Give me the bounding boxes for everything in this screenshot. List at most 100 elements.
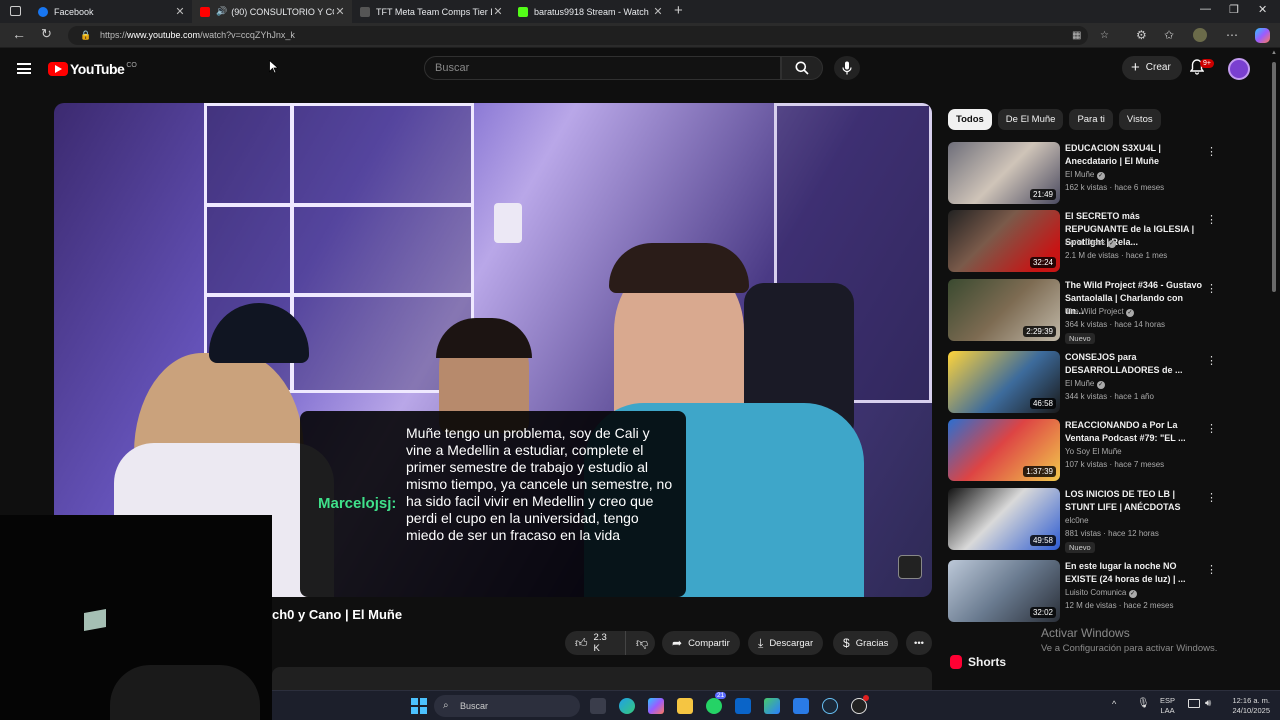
steam-icon[interactable] xyxy=(822,698,838,714)
recommendation-title[interactable]: LOS INICIOS DE TEO LB | STUNT LIFE | ANÉ… xyxy=(1065,488,1203,514)
recommendation-item[interactable]: 2:29:39 The Wild Project #346 - Gustavo S… xyxy=(948,279,1218,344)
recommendation-item[interactable]: 32:24 El SECRETO más REPUGNANTE de la IGL… xyxy=(948,210,1218,272)
profile-icon[interactable] xyxy=(1193,28,1207,42)
tab-kick[interactable]: baratus9918 Stream - Watch Live ✕ xyxy=(510,0,670,23)
recommendation-channel[interactable]: The Wild Project ✓ xyxy=(1065,307,1134,317)
download-button[interactable]: ⤓ Descargar xyxy=(748,631,824,655)
speaker-icon[interactable]: 🔊 xyxy=(216,6,227,17)
menu-dots-icon[interactable]: ⋯ xyxy=(1226,28,1238,42)
video-thumbnail[interactable]: 21:49 xyxy=(948,142,1060,204)
close-window-button[interactable]: ✕ xyxy=(1258,3,1267,16)
create-button[interactable]: + Crear xyxy=(1122,56,1182,80)
windows-start-icon[interactable] xyxy=(411,698,427,714)
taskbar-search-label: Buscar xyxy=(460,701,489,711)
dislike-button[interactable]: 👎︎ xyxy=(625,631,655,655)
more-options-icon[interactable]: ⋮ xyxy=(1206,354,1217,367)
tab-youtube[interactable]: 🔊 (90) CONSULTORIO Y CONSE ✕ xyxy=(192,0,352,23)
recommendation-item[interactable]: 49:58 LOS INICIOS DE TEO LB | STUNT LIFE … xyxy=(948,488,1218,553)
recommendation-item[interactable]: 21:49 EDUCACION S3XU4L | Anecdatario | El… xyxy=(948,142,1218,204)
video-thumbnail[interactable]: 49:58 xyxy=(948,488,1060,550)
recommendation-item[interactable]: 32:02 En este lugar la noche NO EXISTE (2… xyxy=(948,560,1218,622)
recommendation-item[interactable]: 46:58 CONSEJOS para DESARROLLADORES de ..… xyxy=(948,351,1218,413)
youtube-logo[interactable]: YouTube CO xyxy=(48,61,137,77)
favorites-icon[interactable]: ✩ xyxy=(1164,28,1174,42)
copilot-taskbar-icon[interactable] xyxy=(648,698,664,714)
taskbar-search[interactable]: ⌕ Buscar xyxy=(434,695,580,717)
more-options-icon[interactable]: ⋮ xyxy=(1206,282,1217,295)
task-view-icon[interactable] xyxy=(590,698,606,714)
copilot-icon[interactable] xyxy=(1255,28,1270,43)
store-icon[interactable] xyxy=(793,698,809,714)
recommendation-title[interactable]: REACCIONANDO a Por La Ventana Podcast #7… xyxy=(1065,419,1203,445)
close-tab-icon[interactable]: ✕ xyxy=(492,5,504,18)
url-field[interactable]: 🔒 https://www.youtube.com/watch?v=ccqZYh… xyxy=(68,26,1109,45)
duration-badge: 46:58 xyxy=(1029,398,1056,409)
more-actions-button[interactable]: ••• xyxy=(906,631,932,655)
search-input[interactable]: Buscar xyxy=(424,56,781,80)
video-thumbnail[interactable]: 1:37:39 xyxy=(948,419,1060,481)
recommendation-title[interactable]: EDUCACION S3XU4L | Anecdatario | El Muñe xyxy=(1065,142,1203,168)
video-thumbnail[interactable]: 32:24 xyxy=(948,210,1060,272)
recommendation-title[interactable]: En este lugar la noche NO EXISTE (24 hor… xyxy=(1065,560,1203,586)
language-indicator[interactable]: ESP LAA xyxy=(1160,696,1175,716)
edge-icon[interactable] xyxy=(619,698,635,714)
chip-watched[interactable]: Vistos xyxy=(1118,109,1161,130)
favorite-star-icon[interactable]: ☆ xyxy=(1100,26,1109,45)
chip-for-you[interactable]: Para ti xyxy=(1069,109,1113,130)
like-count: 2.3 K xyxy=(593,632,607,654)
recommendation-title[interactable]: CONSEJOS para DESARROLLADORES de ... xyxy=(1065,351,1203,377)
network-icon[interactable] xyxy=(1188,699,1200,708)
close-tab-icon[interactable]: ✕ xyxy=(652,5,664,18)
outlook-icon[interactable] xyxy=(735,698,751,714)
video-thumbnail[interactable]: 32:02 xyxy=(948,560,1060,622)
recommendation-channel[interactable]: Yo Soy El Muñe xyxy=(1065,447,1122,456)
extensions-icon[interactable]: ⚙ xyxy=(1136,28,1147,42)
voice-search-button[interactable] xyxy=(834,56,860,80)
tray-mic-icon[interactable]: 🎙︎ xyxy=(1137,698,1150,709)
more-options-icon[interactable]: ⋮ xyxy=(1206,563,1217,576)
like-button[interactable]: 👍︎ 2.3 K xyxy=(565,631,625,655)
tab-tft[interactable]: TFT Meta Team Comps Tier List - ✕ xyxy=(352,0,510,23)
account-avatar[interactable] xyxy=(1228,58,1250,80)
recommendation-channel[interactable]: Farid Dieck ✓ xyxy=(1065,238,1116,248)
reload-icon[interactable]: ↻ xyxy=(41,26,52,42)
close-tab-icon[interactable]: ✕ xyxy=(174,5,186,18)
tab-actions-icon[interactable] xyxy=(10,6,21,16)
volume-icon[interactable]: 🔊︎ xyxy=(1205,698,1211,709)
recommendation-item[interactable]: 1:37:39 REACCIONANDO a Por La Ventana Pod… xyxy=(948,419,1218,481)
whatsapp-icon[interactable] xyxy=(706,698,722,714)
new-badge: Nuevo xyxy=(1065,333,1095,344)
recommendation-channel[interactable]: El Muñe ✓ xyxy=(1065,170,1105,180)
search-button[interactable] xyxy=(781,56,823,80)
tray-chevron-icon[interactable]: ^ xyxy=(1112,699,1116,709)
video-thumbnail[interactable]: 46:58 xyxy=(948,351,1060,413)
chip-channel[interactable]: De El Muñe xyxy=(997,109,1064,130)
bluestacks-icon[interactable] xyxy=(764,698,780,714)
recommendation-channel[interactable]: Luisito Comunica ✓ xyxy=(1065,588,1137,598)
file-explorer-icon[interactable] xyxy=(677,698,693,714)
chip-all[interactable]: Todos xyxy=(948,109,992,130)
hamburger-menu-icon[interactable] xyxy=(17,63,31,74)
video-thumbnail[interactable]: 2:29:39 xyxy=(948,279,1060,341)
new-tab-button[interactable]: + xyxy=(674,2,683,19)
thumbs-up-icon: 👍︎ xyxy=(575,635,588,650)
system-clock[interactable]: 12:16 a. m. 24/10/2025 xyxy=(1224,696,1270,716)
maximize-button[interactable]: ❐ xyxy=(1229,3,1239,16)
share-button[interactable]: ➦ Compartir xyxy=(662,631,740,655)
more-options-icon[interactable]: ⋮ xyxy=(1206,491,1217,504)
page-scrollbar[interactable]: ▲ xyxy=(1270,50,1278,690)
tab-facebook[interactable]: Facebook ✕ xyxy=(30,0,192,23)
back-arrow-icon[interactable]: ← xyxy=(12,26,26,42)
more-options-icon[interactable]: ⋮ xyxy=(1206,213,1217,226)
scroll-up-arrow-icon[interactable]: ▲ xyxy=(1270,50,1278,56)
minimize-button[interactable]: — xyxy=(1200,3,1211,15)
close-tab-icon[interactable]: ✕ xyxy=(334,5,346,18)
lock-icon: 🔒 xyxy=(80,30,92,40)
scrollbar-thumb[interactable] xyxy=(1272,62,1276,292)
recommendation-channel[interactable]: elc0ne xyxy=(1065,516,1089,525)
more-options-icon[interactable]: ⋮ xyxy=(1206,145,1217,158)
apps-icon[interactable]: ▦ xyxy=(1072,26,1081,45)
recommendation-channel[interactable]: El Muñe ✓ xyxy=(1065,379,1105,389)
thanks-button[interactable]: $ Gracias xyxy=(833,631,899,655)
more-options-icon[interactable]: ⋮ xyxy=(1206,422,1217,435)
